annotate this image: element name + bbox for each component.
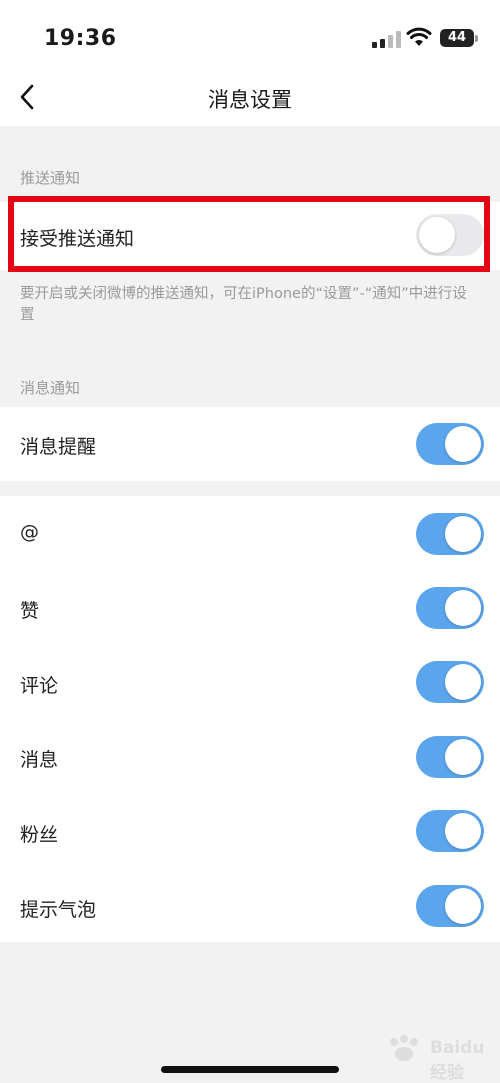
baidu-watermark: Baidu经验	[384, 1034, 494, 1083]
item-label-fans: 粉丝	[20, 824, 59, 846]
message-reminder-label: 消息提醒	[20, 436, 97, 458]
item-label-like: 赞	[20, 600, 40, 622]
item-label-at: @	[20, 521, 39, 543]
fans-toggle[interactable]	[416, 810, 484, 852]
toggle-knob	[445, 516, 481, 552]
watermark-text: Baidu经验	[430, 1038, 485, 1083]
toggle-knob	[445, 664, 481, 700]
wifi-icon	[406, 27, 432, 46]
notification-items-list: @ 赞 评论 消息 粉丝 提示气泡	[0, 496, 500, 942]
comment-toggle[interactable]	[416, 661, 484, 703]
bubble-toggle[interactable]	[416, 885, 484, 927]
paw-logo-icon	[390, 1035, 418, 1061]
status-time: 19:36	[44, 26, 117, 51]
item-label-comment: 评论	[20, 675, 59, 697]
toggle-knob	[445, 739, 481, 775]
toggle-knob	[445, 590, 481, 626]
battery-indicator: 44	[440, 29, 478, 47]
status-bar: 19:36 44	[0, 0, 500, 80]
at-toggle[interactable]	[416, 513, 484, 555]
highlight-box	[8, 196, 490, 272]
home-indicator[interactable]	[161, 1066, 339, 1073]
message-toggle[interactable]	[416, 736, 484, 778]
navigation-bar: 消息设置	[0, 80, 500, 126]
toggle-knob	[445, 888, 481, 924]
message-reminder-row[interactable]: 消息提醒	[0, 407, 500, 481]
cellular-signal-icon	[372, 30, 402, 48]
item-label-bubble: 提示气泡	[20, 899, 97, 921]
item-label-message: 消息	[20, 749, 59, 771]
toggle-knob	[445, 813, 481, 849]
like-toggle[interactable]	[416, 587, 484, 629]
toggle-knob	[445, 426, 481, 462]
message-reminder-toggle[interactable]	[416, 423, 484, 465]
section-label-push: 推送通知	[20, 169, 81, 187]
section-label-message: 消息通知	[20, 379, 81, 397]
page-title: 消息设置	[208, 88, 292, 112]
push-hint-text: 要开启或关闭微博的推送通知，可在iPhone的“设置”-“通知”中进行设置	[20, 286, 467, 323]
